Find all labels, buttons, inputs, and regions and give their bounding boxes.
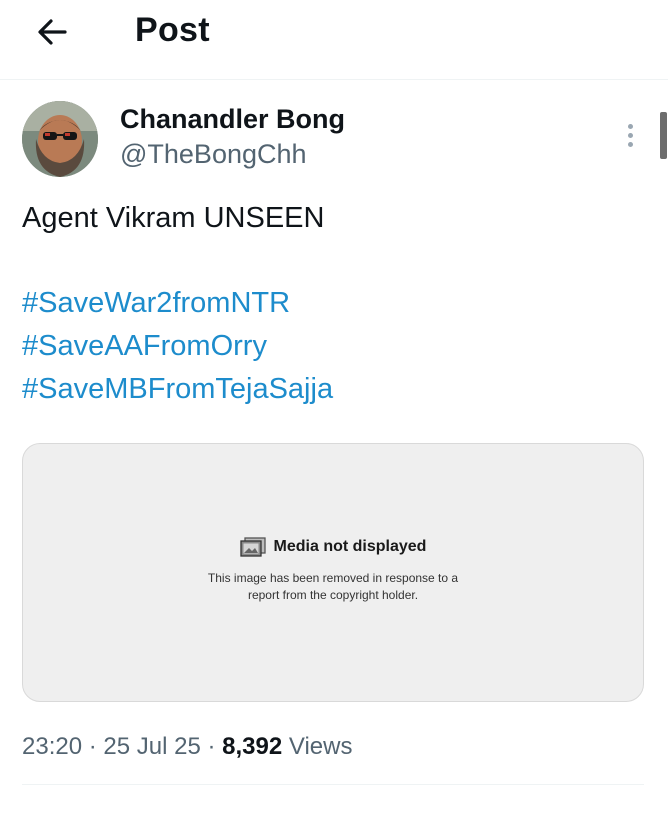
hashtag-link[interactable]: #SaveWar2fromNTR: [22, 282, 333, 325]
hashtag-link[interactable]: #SaveMBFromTejaSajja: [22, 368, 333, 411]
arrow-left-icon: [38, 19, 67, 45]
meta-separator: ·: [207, 733, 216, 760]
views-count: 8,392: [222, 733, 283, 760]
media-notice-header: Media not displayed: [23, 537, 643, 557]
back-button[interactable]: [30, 10, 74, 54]
more-dot-icon: [627, 141, 633, 147]
author-handle[interactable]: @TheBongChh: [120, 139, 307, 170]
media-notice-text: This image has been removed in response …: [23, 570, 643, 604]
divider: [22, 784, 644, 785]
page-title: Post: [135, 11, 210, 49]
avatar-image: [22, 101, 98, 177]
meta-separator: ·: [88, 733, 97, 760]
post-page: Post Chanandler Bong @TheBongChh Agent V…: [0, 0, 668, 816]
tweet-text: Agent Vikram UNSEEN: [22, 202, 325, 234]
scrollbar-thumb[interactable]: [660, 112, 667, 159]
more-dot-icon: [627, 123, 633, 129]
media-placeholder-card: Media not displayed This image has been …: [22, 443, 644, 702]
post-time[interactable]: 23:20: [22, 733, 82, 760]
post-date[interactable]: 25 Jul 25: [103, 733, 200, 760]
author-display-name[interactable]: Chanandler Bong: [120, 104, 345, 135]
hashtag-link[interactable]: #SaveAAFromOrry: [22, 325, 333, 368]
more-dot-icon: [627, 132, 633, 138]
post-meta: 23:20 · 25 Jul 25 · 8,392 Views: [22, 733, 352, 761]
media-notice-title: Media not displayed: [273, 538, 427, 555]
avatar[interactable]: [22, 101, 98, 177]
hashtag-list: #SaveWar2fromNTR #SaveAAFromOrry #SaveMB…: [22, 282, 333, 411]
media-notice-line: This image has been removed in response …: [207, 571, 459, 585]
media-notice-line: report from the copyright holder.: [247, 588, 419, 602]
top-bar: Post: [0, 0, 668, 80]
views-label: Views: [288, 733, 353, 760]
image-unavailable-icon: [239, 537, 266, 557]
more-options-button[interactable]: [616, 117, 644, 153]
